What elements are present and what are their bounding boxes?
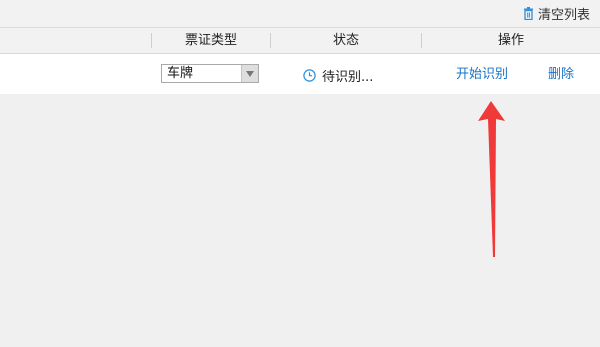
delete-link[interactable]: 删除: [548, 66, 574, 84]
chevron-down-icon[interactable]: [241, 65, 258, 82]
ticket-type-value: 车牌: [167, 66, 194, 81]
ticket-type-select[interactable]: 车牌: [161, 64, 259, 83]
recognition-list-panel: 清空列表 票证类型 状态 操作 车牌 待识别... 开始识别 删除: [0, 0, 600, 347]
trash-icon: [523, 6, 533, 20]
annotation-arrow: [478, 101, 505, 257]
column-header-actions: 操作: [497, 33, 524, 48]
start-recognition-link[interactable]: 开始识别: [456, 66, 508, 84]
column-header-ticket-type: 票证类型: [184, 33, 237, 48]
status-text: 待识别...: [322, 69, 374, 85]
clear-list-button[interactable]: 清空列表: [523, 4, 590, 23]
toolbar: 清空列表: [0, 0, 600, 28]
table-header: 票证类型 状态 操作: [0, 28, 600, 54]
clock-icon: [303, 68, 316, 82]
clear-list-label: 清空列表: [537, 7, 590, 23]
column-header-status: 状态: [332, 33, 359, 48]
status-cell: 待识别...: [303, 66, 374, 85]
table-row: 车牌 待识别... 开始识别 删除: [0, 54, 600, 94]
